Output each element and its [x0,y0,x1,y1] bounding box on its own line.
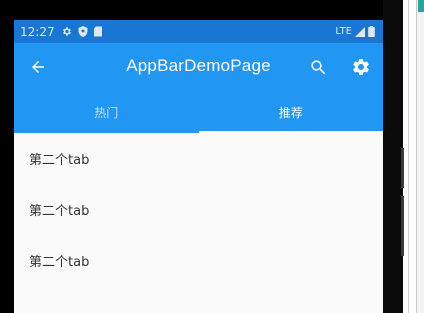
desktop-window-edge [416,0,424,313]
search-button[interactable] [306,55,330,79]
tab-label: 推荐 [278,105,303,120]
settings-button[interactable] [349,55,373,79]
toolbar: AppBarDemoPage [14,43,383,91]
list-item-text: 第二个tab [29,204,90,219]
list-item-text: 第二个tab [29,153,90,168]
list-item[interactable]: 第二个tab [14,235,383,286]
tab-label: 热门 [94,105,119,120]
tab-indicator [198,131,383,133]
window-accent [418,0,424,12]
tab-bar: 热门 推荐 [14,91,383,133]
status-bar: 12:27 LTE [14,20,383,43]
tab-hot[interactable]: 热门 [14,91,199,133]
desktop-divider [408,0,409,313]
phone-bezel-top [0,0,403,20]
phone-bezel-left [0,0,14,313]
phone-bezel-right [383,0,403,313]
list-item-text: 第二个tab [29,255,90,270]
network-type: LTE [335,26,352,37]
signal-icon [355,26,365,37]
status-time: 12:27 [20,24,55,39]
list-item[interactable]: 第二个tab [14,184,383,235]
gear-icon [351,57,371,77]
content-list: 第二个tab 第二个tab 第二个tab [14,133,383,286]
settings-status-icon [61,26,72,37]
sd-card-icon [93,26,102,37]
phone-screen: 12:27 LTE AppBarDemoPage 热门 推荐 第二个tab 第二… [14,20,383,313]
battery-icon [368,26,375,37]
list-item[interactable]: 第二个tab [14,133,383,184]
shield-status-icon [78,26,88,37]
tab-recommend[interactable]: 推荐 [198,91,383,133]
app-bar: AppBarDemoPage 热门 推荐 [14,43,383,133]
search-icon [309,58,328,77]
